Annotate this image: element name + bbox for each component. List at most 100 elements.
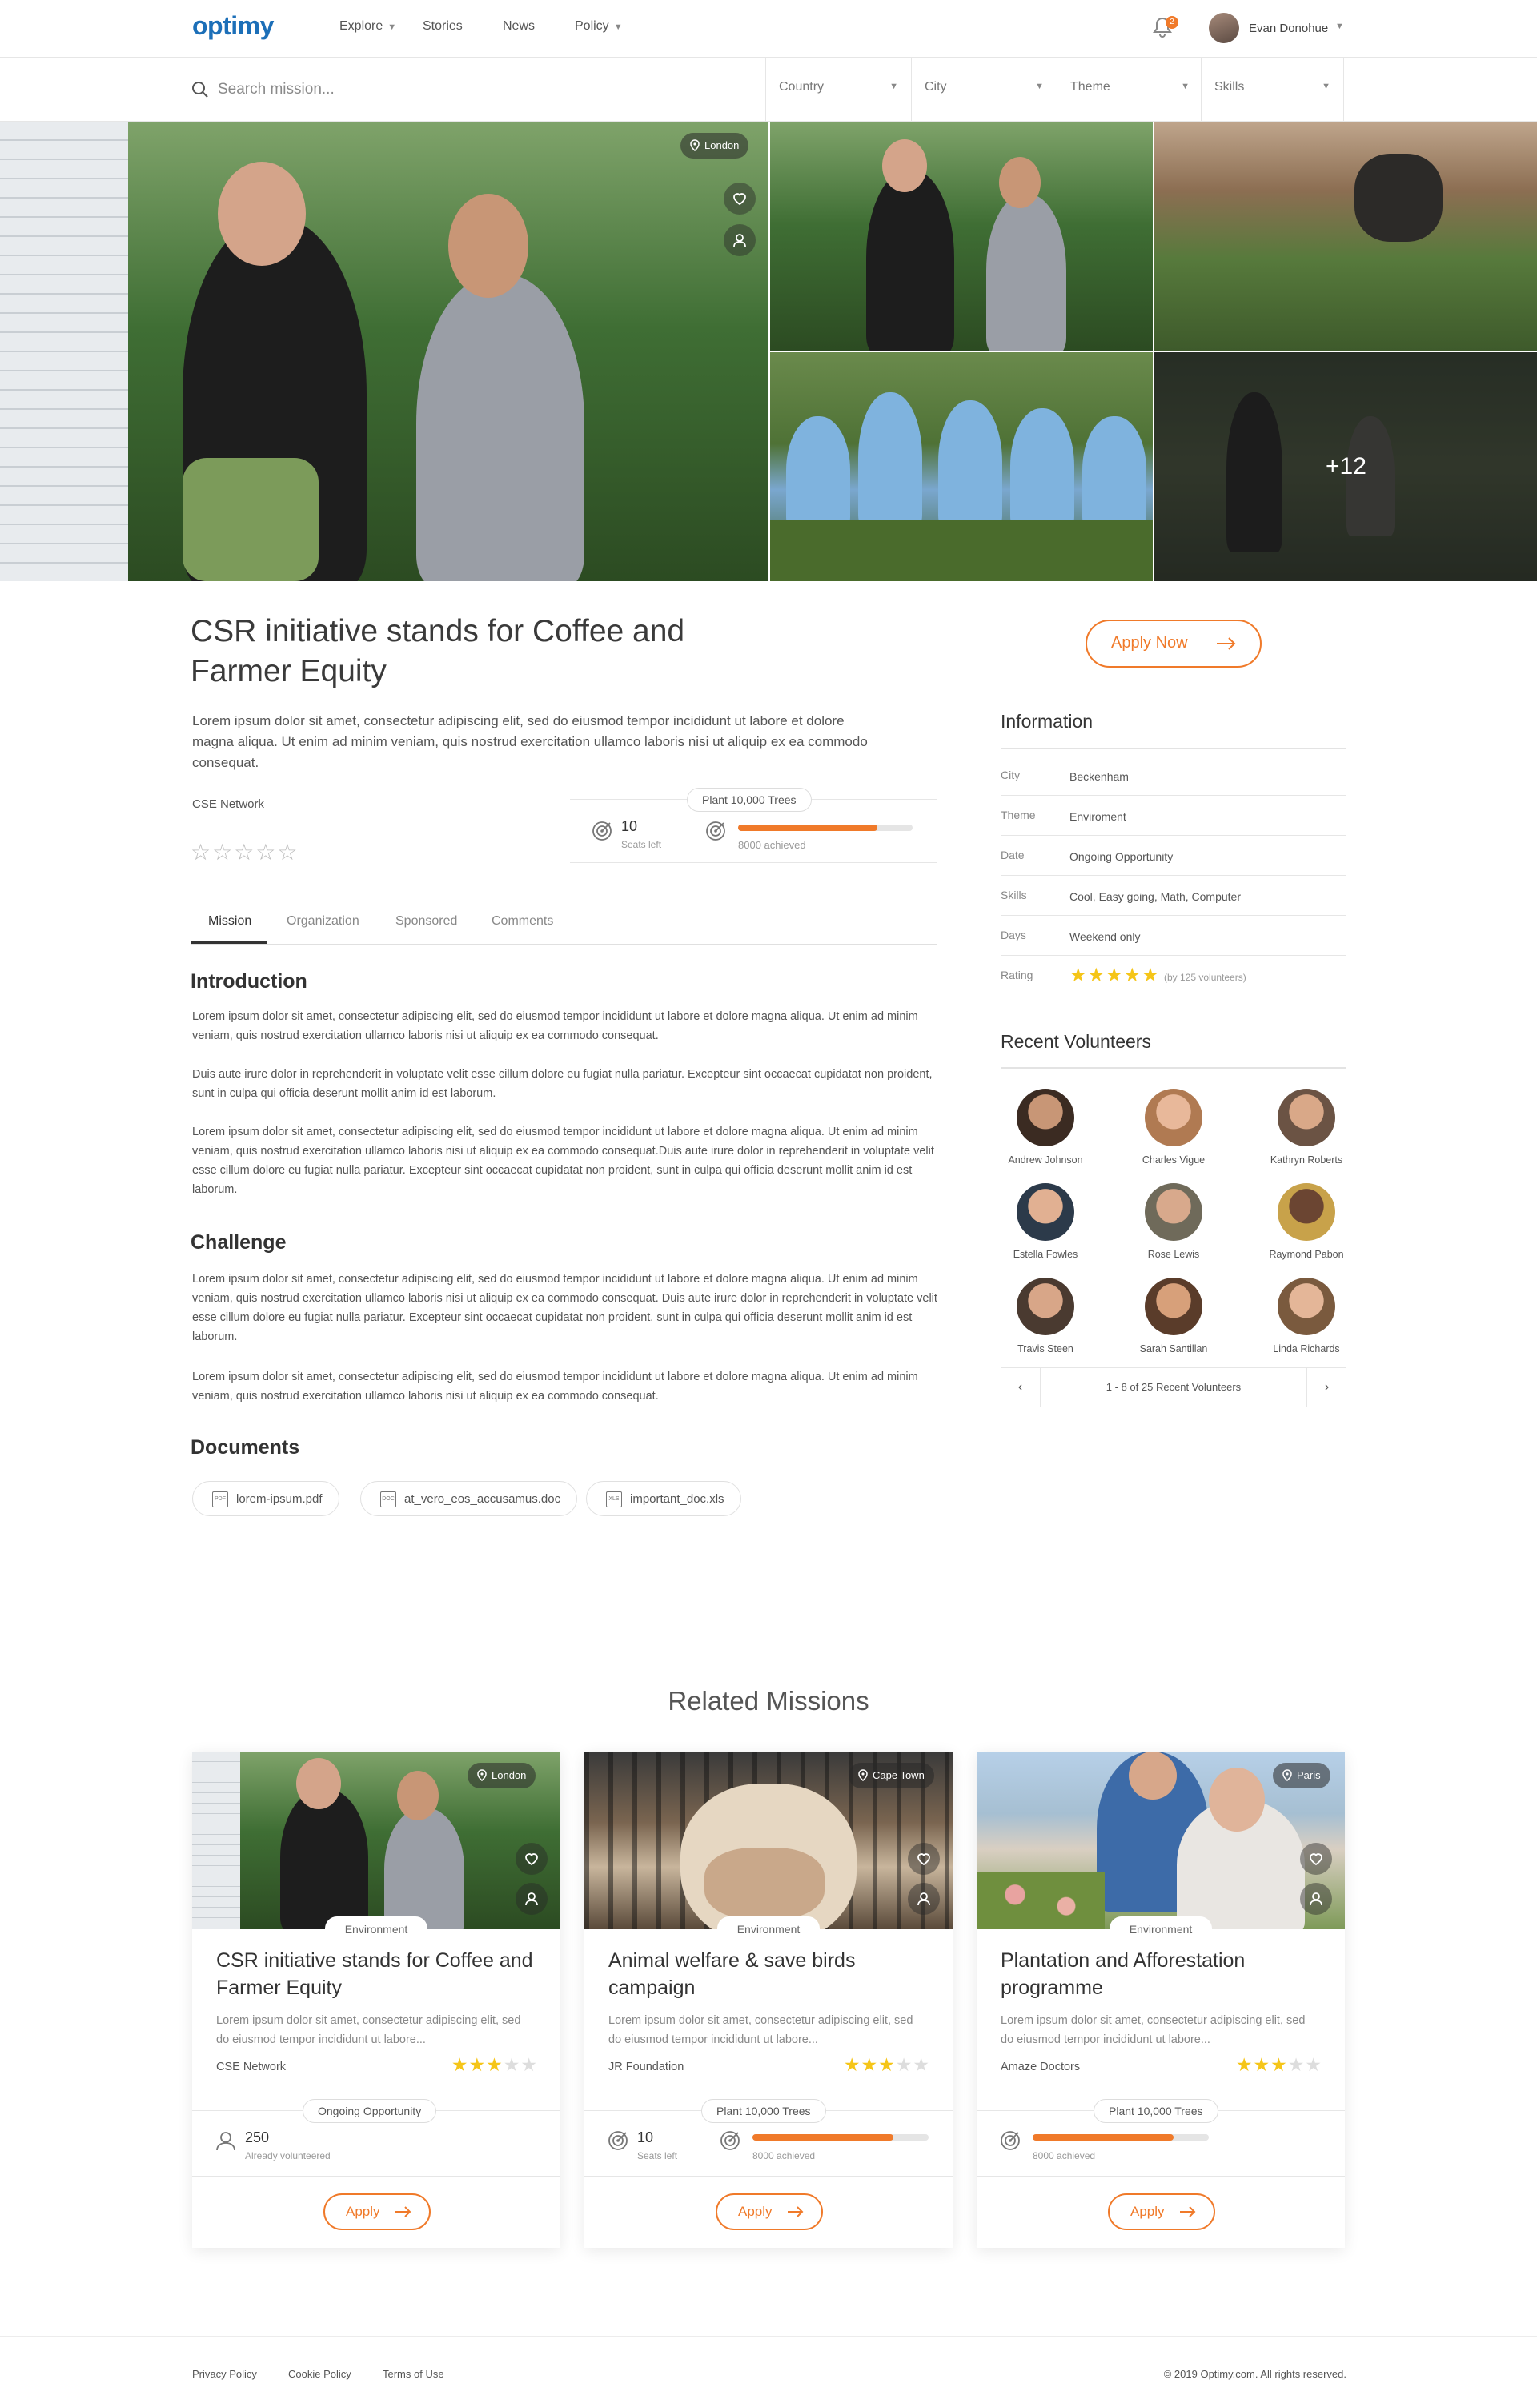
chevron-left-icon[interactable]: ‹	[1001, 1368, 1041, 1407]
filter-country[interactable]: Country ▼	[765, 58, 911, 122]
mission-card-title[interactable]: Animal welfare & save birds campaign	[608, 1947, 929, 2001]
user-rating-stars[interactable]: ☆☆☆☆☆	[191, 839, 299, 865]
document-name: at_vero_eos_accusamus.doc	[404, 1492, 561, 1506]
favorite-button[interactable]	[724, 183, 756, 215]
search-input[interactable]	[218, 75, 730, 104]
mission-card-organization[interactable]: Amaze Doctors	[1001, 2061, 1080, 2073]
favorite-button[interactable]	[908, 1843, 940, 1875]
volunteer-avatar	[1145, 1278, 1202, 1335]
related-mission-card[interactable]: London Environment CSR initiative stands…	[192, 1752, 560, 2248]
gallery-more-count[interactable]: +12	[1326, 453, 1366, 480]
info-key: City	[1001, 769, 1021, 781]
volunteer-card[interactable]: Sarah Santillan	[1118, 1278, 1230, 1354]
share-user-button[interactable]	[908, 1883, 940, 1915]
volunteer-name: Travis Steen	[1017, 1343, 1073, 1354]
user-share-icon	[525, 1892, 538, 1906]
chevron-down-icon: ▼	[1035, 82, 1044, 91]
favorite-button[interactable]	[1300, 1843, 1332, 1875]
user-avatar[interactable]	[1209, 13, 1239, 43]
nav-explore-label: Explore	[339, 19, 383, 33]
gallery-thumb-3[interactable]	[770, 352, 1153, 581]
nav-policy[interactable]: Policy ▼	[575, 19, 623, 34]
tab-sponsored[interactable]: Sponsored	[395, 914, 457, 929]
terms-of-use-link[interactable]: Terms of Use	[383, 2368, 444, 2380]
related-mission-card[interactable]: Cape Town Environment Animal welfare & s…	[584, 1752, 953, 2248]
user-share-icon	[917, 1892, 930, 1906]
tab-comments[interactable]: Comments	[492, 914, 553, 929]
nav-news[interactable]: News	[503, 19, 535, 34]
apply-now-label: Apply Now	[1111, 634, 1188, 652]
notification-count-badge: 2	[1166, 16, 1178, 29]
mission-card-organization[interactable]: JR Foundation	[608, 2061, 684, 2073]
filter-theme[interactable]: Theme ▼	[1057, 58, 1202, 122]
pdf-file-icon: PDF	[212, 1491, 228, 1507]
pager-status: 1 - 8 of 25 Recent Volunteers	[1106, 1381, 1242, 1393]
introduction-heading: Introduction	[191, 970, 307, 993]
gallery-main-photo[interactable]	[0, 122, 768, 581]
volunteer-name: Raymond Pabon	[1269, 1249, 1344, 1260]
info-key: Skills	[1001, 889, 1027, 901]
document-pdf[interactable]: PDF lorem-ipsum.pdf	[192, 1481, 339, 1516]
mission-card-title[interactable]: Plantation and Afforestation programme	[1001, 1947, 1321, 2001]
filter-theme-label: Theme	[1070, 80, 1110, 94]
related-mission-card[interactable]: Paris Environment Plantation and Affores…	[977, 1752, 1345, 2248]
apply-label: Apply	[738, 2204, 773, 2219]
volunteer-card[interactable]: Andrew Johnson	[989, 1089, 1102, 1166]
heart-icon	[1310, 1853, 1322, 1866]
organization-name[interactable]: CSE Network	[192, 797, 264, 811]
goal-pill: Plant 10,000 Trees	[701, 2099, 826, 2123]
favorite-button[interactable]	[516, 1843, 548, 1875]
user-name[interactable]: Evan Donohue	[1249, 22, 1328, 35]
info-value: Weekend only	[1069, 930, 1141, 943]
cookie-policy-link[interactable]: Cookie Policy	[288, 2368, 351, 2380]
nav-stories[interactable]: Stories	[423, 19, 463, 34]
document-doc[interactable]: DOC at_vero_eos_accusamus.doc	[360, 1481, 578, 1516]
volunteer-card[interactable]: Charles Vigue	[1118, 1089, 1230, 1166]
gallery-thumb-2[interactable]	[1154, 122, 1537, 351]
mission-card-title[interactable]: CSR initiative stands for Coffee and Far…	[216, 1947, 536, 2001]
tab-mission[interactable]: Mission	[208, 914, 251, 929]
optimy-logo[interactable]: optimy	[192, 11, 274, 41]
goal-achieved-label: 8000 achieved	[1033, 2150, 1096, 2161]
nav-explore[interactable]: Explore ▼	[339, 19, 396, 34]
apply-button[interactable]: Apply	[323, 2193, 431, 2230]
gallery-thumb-1[interactable]	[770, 122, 1153, 351]
filter-skills[interactable]: Skills ▼	[1201, 58, 1343, 122]
share-user-button[interactable]	[724, 224, 756, 256]
filter-city[interactable]: City ▼	[911, 58, 1057, 122]
volunteer-card[interactable]: Linda Richards	[1250, 1278, 1362, 1354]
goal-progress-fill	[738, 825, 878, 831]
volunteer-name: Charles Vigue	[1142, 1154, 1206, 1166]
document-xls[interactable]: XLS important_doc.xls	[586, 1481, 741, 1516]
nav-policy-label: Policy	[575, 19, 609, 33]
chevron-down-icon[interactable]: ▼	[1335, 22, 1344, 31]
apply-now-button[interactable]: Apply Now	[1086, 620, 1262, 668]
chevron-right-icon[interactable]: ›	[1306, 1368, 1346, 1407]
share-user-button[interactable]	[1300, 1883, 1332, 1915]
volunteer-name: Andrew Johnson	[1008, 1154, 1083, 1166]
volunteer-avatar	[1017, 1278, 1074, 1335]
apply-button[interactable]: Apply	[716, 2193, 823, 2230]
mission-card-rating: ★★★★★	[843, 2054, 930, 2075]
privacy-policy-link[interactable]: Privacy Policy	[192, 2368, 257, 2380]
volunteer-card[interactable]: Rose Lewis	[1118, 1183, 1230, 1260]
target-icon	[706, 821, 725, 841]
arrow-right-icon	[1180, 2206, 1196, 2217]
doc-file-icon: DOC	[380, 1491, 396, 1507]
volunteer-card[interactable]: Raymond Pabon	[1250, 1183, 1362, 1260]
location-badge: London	[468, 1763, 536, 1788]
volunteer-avatar	[1145, 1089, 1202, 1146]
volunteer-card[interactable]: Travis Steen	[989, 1278, 1102, 1354]
volunteer-card[interactable]: Estella Fowles	[989, 1183, 1102, 1260]
tab-organization[interactable]: Organization	[287, 914, 359, 929]
intro-paragraph-3: Lorem ipsum dolor sit amet, consectetur …	[192, 1126, 934, 1196]
apply-button[interactable]: Apply	[1108, 2193, 1215, 2230]
volunteer-avatar	[1278, 1278, 1335, 1335]
volunteer-card[interactable]: Kathryn Roberts	[1250, 1089, 1362, 1166]
mission-card-organization[interactable]: CSE Network	[216, 2061, 286, 2073]
share-user-button[interactable]	[516, 1883, 548, 1915]
goal-pill: Plant 10,000 Trees	[1094, 2099, 1218, 2123]
target-icon	[592, 821, 612, 841]
filter-country-label: Country	[779, 80, 825, 94]
copyright: © 2019 Optimy.com. All rights reserved.	[1163, 2368, 1346, 2380]
